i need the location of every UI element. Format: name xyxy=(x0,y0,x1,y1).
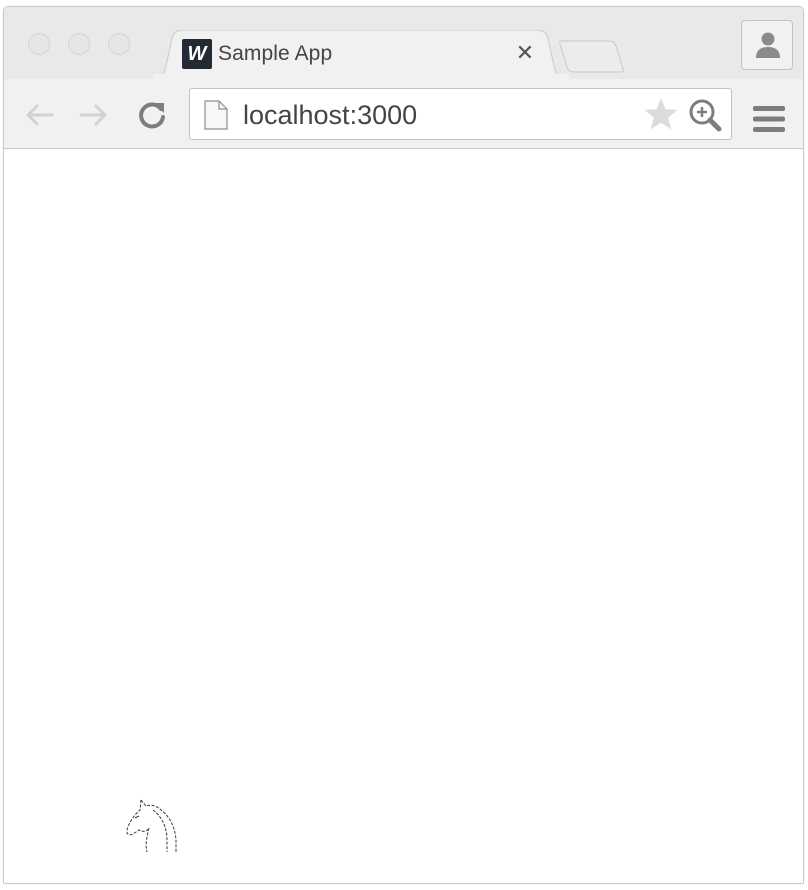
title-bar: W Sample App ✕ xyxy=(4,7,803,80)
browser-window: W Sample App ✕ localhost:3000 xyxy=(3,6,804,884)
tab-sample-app[interactable]: W Sample App ✕ xyxy=(152,30,570,80)
tab-shape xyxy=(152,30,570,80)
tab-title: Sample App xyxy=(218,42,333,65)
profile-button[interactable] xyxy=(741,20,793,70)
zoom-in-icon[interactable] xyxy=(688,98,722,132)
arrow-left-icon[interactable] xyxy=(22,98,56,132)
horse-head-logo xyxy=(126,799,177,853)
address-bar[interactable]: localhost:3000 xyxy=(189,88,732,140)
person-icon xyxy=(756,32,780,58)
hamburger-menu-icon[interactable] xyxy=(753,106,785,132)
close-window-button[interactable] xyxy=(28,33,50,55)
reload-icon[interactable] xyxy=(135,98,169,132)
new-tab-button[interactable] xyxy=(557,39,627,73)
url-text[interactable]: localhost:3000 xyxy=(243,100,417,131)
page-icon xyxy=(204,100,228,130)
favicon-w-icon: W xyxy=(182,39,212,69)
minimize-window-button[interactable] xyxy=(68,33,90,55)
browser-toolbar: localhost:3000 xyxy=(4,79,803,149)
arrow-right-icon[interactable] xyxy=(77,98,111,132)
maximize-window-button[interactable] xyxy=(108,33,130,55)
tab-close-icon[interactable]: ✕ xyxy=(514,42,536,64)
page-content xyxy=(4,149,803,883)
star-icon[interactable] xyxy=(643,97,679,131)
